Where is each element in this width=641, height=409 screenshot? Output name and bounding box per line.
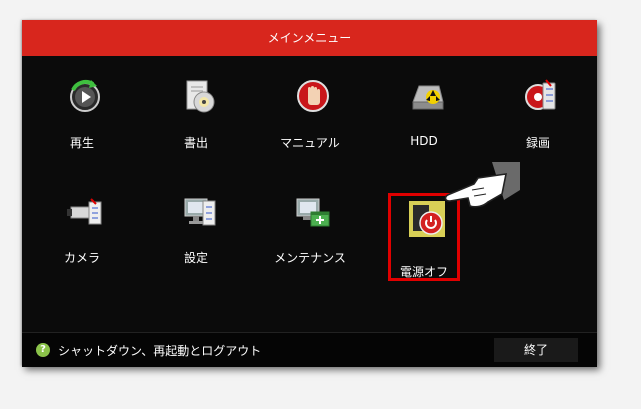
- menu-item-label: マニュアル: [280, 136, 340, 150]
- menu-item-label: HDD: [410, 134, 438, 148]
- menu-item-maintenance[interactable]: メンテナンス: [255, 185, 365, 277]
- menu-item-camera[interactable]: カメラ: [27, 185, 137, 277]
- window-title: メインメニュー: [22, 20, 597, 56]
- exit-button[interactable]: 終了: [494, 338, 578, 362]
- pointing-hand-icon: [444, 162, 520, 208]
- hdd-icon: [412, 85, 444, 110]
- menu-item-record[interactable]: 録画: [483, 70, 593, 162]
- manual-hand-icon: [297, 80, 329, 112]
- status-bar: ? シャットダウン、再起動とログアウト 終了: [22, 332, 597, 367]
- record-icon: [525, 79, 556, 110]
- export-disc-icon: [186, 80, 215, 113]
- playback-icon: [70, 79, 100, 112]
- menu-item-label: 録画: [525, 136, 550, 150]
- menu-item-label: 書出: [183, 136, 208, 150]
- menu-item-settings[interactable]: 設定: [141, 185, 251, 277]
- help-icon: ?: [36, 343, 50, 357]
- menu-item-export[interactable]: 書出: [141, 70, 251, 162]
- menu-item-label: 再生: [69, 136, 94, 150]
- menu-item-playback[interactable]: 再生: [27, 70, 137, 162]
- menu-item-label: カメラ: [63, 251, 100, 265]
- settings-icon: [184, 198, 216, 226]
- camera-icon: [67, 198, 102, 225]
- menu-item-label: 設定: [183, 251, 208, 265]
- maintenance-icon: [296, 198, 330, 227]
- status-help-text: シャットダウン、再起動とログアウト: [58, 344, 262, 358]
- menu-item-hdd[interactable]: HDD: [369, 70, 479, 162]
- menu-item-label: メンテナンス: [274, 251, 346, 265]
- menu-item-manual[interactable]: マニュアル: [255, 70, 365, 162]
